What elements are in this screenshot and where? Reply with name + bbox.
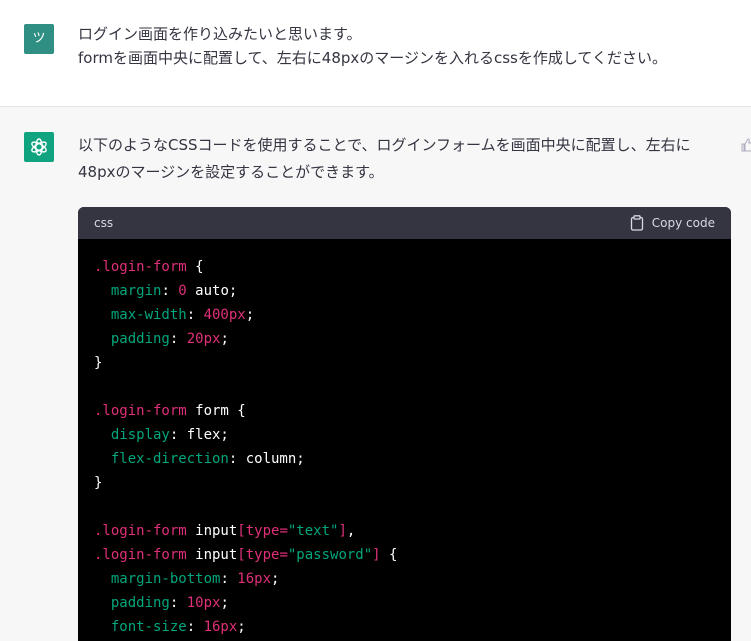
code-token: input xyxy=(186,523,238,539)
assistant-message-text: 以下のようなCSSコードを使用することで、ログインフォームを画面中央に配置し、左… xyxy=(78,132,733,186)
code-token: ; xyxy=(271,571,280,587)
thumbs-up-icon[interactable] xyxy=(740,137,751,152)
openai-logo-icon xyxy=(31,138,47,156)
code-token: font-size xyxy=(94,619,187,635)
code-token: } xyxy=(94,475,103,491)
code-token: : xyxy=(220,571,238,587)
code-line: font-size: 16px; xyxy=(94,615,715,639)
code-token: .login-form xyxy=(94,403,187,419)
code-block: css Copy code .login-form { margin: 0 au… xyxy=(78,207,731,641)
code-token: ; xyxy=(245,307,255,323)
code-token: 16px xyxy=(203,619,238,635)
code-line: .login-form input[type="password"] { xyxy=(94,543,715,567)
code-token: : column; xyxy=(228,451,305,467)
code-token: .login-form xyxy=(94,259,187,275)
code-token: : flex; xyxy=(169,427,229,443)
code-line: } xyxy=(94,351,715,375)
code-token: margin xyxy=(94,283,162,299)
code-line: .login-form form { xyxy=(94,399,715,423)
code-token: padding xyxy=(94,595,170,611)
code-token: "text" xyxy=(287,523,339,539)
code-token: "password" xyxy=(287,547,373,563)
code-line: } xyxy=(94,471,715,495)
code-token: ; xyxy=(237,619,246,635)
copy-code-label: Copy code xyxy=(651,216,715,230)
code-token: } xyxy=(94,355,103,371)
code-token: [type= xyxy=(237,523,288,539)
assistant-avatar xyxy=(24,132,54,162)
code-token: padding xyxy=(94,331,170,347)
code-token: : xyxy=(186,619,204,635)
code-token: input xyxy=(186,547,238,563)
code-line: .login-form input[type="text"], xyxy=(94,519,715,543)
code-line: flex-direction: column; xyxy=(94,447,715,471)
clipboard-icon xyxy=(630,215,643,231)
user-message-line: formを画面中央に配置して、左右に48pxのマージンを入れるcssを作成してく… xyxy=(78,49,667,67)
copy-code-button[interactable]: Copy code xyxy=(630,207,715,239)
code-token: : xyxy=(161,283,179,299)
code-line: max-width: 400px; xyxy=(94,303,715,327)
code-token: : xyxy=(186,307,204,323)
assistant-message-row: 以下のようなCSSコードを使用することで、ログインフォームを画面中央に配置し、左… xyxy=(0,107,751,641)
code-token: { xyxy=(186,259,204,275)
code-language-label: css xyxy=(94,216,114,230)
user-message-line: ログイン画面を作り込みたいと思います。 xyxy=(78,25,362,43)
code-token: ; xyxy=(220,595,229,611)
code-line: display: flex; xyxy=(94,423,715,447)
user-avatar: ツ xyxy=(24,24,54,54)
code-token: 0 xyxy=(178,283,187,299)
code-token: ] xyxy=(372,547,381,563)
code-header: css Copy code xyxy=(78,207,731,239)
code-token: 20px xyxy=(186,331,221,347)
code-token: .login-form xyxy=(94,523,187,539)
code-token: .login-form xyxy=(94,547,187,563)
code-token: : xyxy=(169,331,187,347)
code-token: 10px xyxy=(186,595,221,611)
user-message-row: ツ ログイン画面を作り込みたいと思います。 formを画面中央に配置して、左右に… xyxy=(0,0,751,107)
code-content[interactable]: .login-form { margin: 0 auto; max-width:… xyxy=(78,239,731,641)
code-line: margin: 0 auto; xyxy=(94,279,715,303)
code-token: auto; xyxy=(186,283,238,299)
code-token: max-width xyxy=(94,307,187,323)
code-token: ; xyxy=(220,331,229,347)
code-line: .login-form { xyxy=(94,255,715,279)
assistant-message-line: 以下のようなCSSコードを使用することで、ログインフォームを画面中央に配置し、左… xyxy=(78,136,691,154)
code-token: ] xyxy=(338,523,347,539)
assistant-message-line: 48pxのマージンを設定することができます。 xyxy=(78,163,384,181)
code-token: { xyxy=(380,547,398,563)
code-line: margin-bottom: 16px; xyxy=(94,567,715,591)
code-token: flex-direction xyxy=(94,451,229,467)
code-token: [type= xyxy=(237,547,288,563)
user-message-text: ログイン画面を作り込みたいと思います。 formを画面中央に配置して、左右に48… xyxy=(78,22,738,70)
code-token: 400px xyxy=(203,307,246,323)
code-token: , xyxy=(346,523,356,539)
code-token: margin-bottom xyxy=(94,571,221,587)
code-token: 16px xyxy=(237,571,272,587)
code-token: display xyxy=(94,427,170,443)
code-line: padding: 20px; xyxy=(94,327,715,351)
code-line: padding: 10px; xyxy=(94,591,715,615)
code-token: : xyxy=(169,595,187,611)
code-token: form { xyxy=(186,403,246,419)
